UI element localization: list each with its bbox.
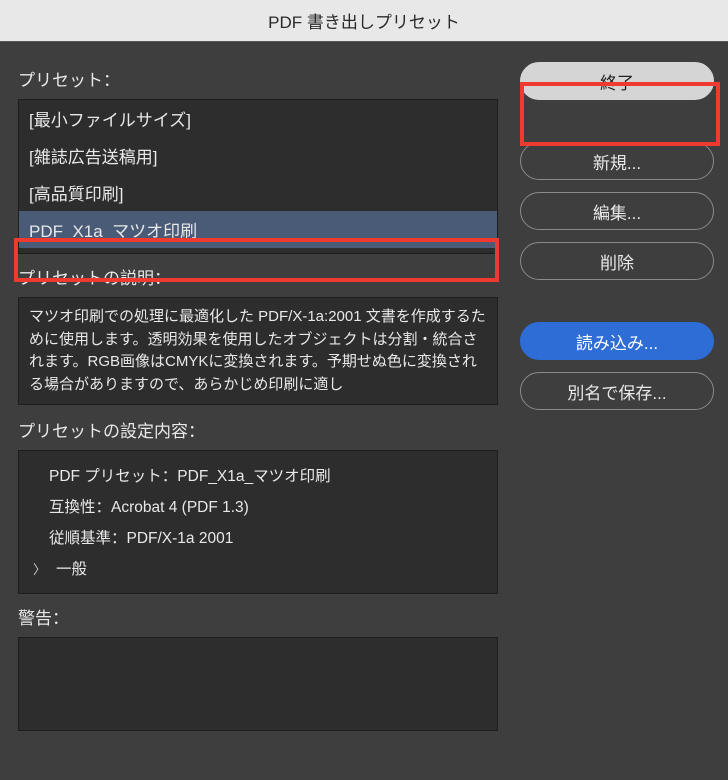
edit-button-label: 編集... xyxy=(593,199,641,224)
description-label: プリセットの説明： xyxy=(18,260,498,297)
presets-label: プリセット： xyxy=(18,62,498,99)
preset-item-label: [雑誌広告送稿用] xyxy=(29,148,157,167)
settings-label: プリセットの設定内容： xyxy=(18,405,498,450)
preset-item-label: [高品質印刷] xyxy=(29,185,123,204)
window-title: PDF 書き出しプリセット xyxy=(268,8,460,33)
chevron-right-icon: 〉 xyxy=(33,557,46,583)
preset-listbox[interactable]: [最小ファイルサイズ] [雑誌広告送稿用] [高品質印刷] PDF_X1a_マツ… xyxy=(18,99,498,254)
preset-item-label: [最小ファイルサイズ] xyxy=(29,111,191,130)
settings-preset-line: PDF プリセット：PDF_X1a_マツオ印刷 xyxy=(33,461,483,492)
preset-item-selected[interactable]: PDF_X1a_マツオ印刷 xyxy=(19,211,497,248)
spacer xyxy=(520,292,714,310)
settings-general-label: 一般 xyxy=(56,554,87,585)
dialog-body: プリセット： [最小ファイルサイズ] [雑誌広告送稿用] [高品質印刷] PDF… xyxy=(0,42,728,780)
preset-description-box: マツオ印刷での処理に最適化した PDF/X-1a:2001 文書を作成するために… xyxy=(18,297,498,405)
edit-button[interactable]: 編集... xyxy=(520,192,714,230)
settings-general-expander[interactable]: 〉 一般 xyxy=(33,554,483,585)
window-titlebar: PDF 書き出しプリセット xyxy=(0,0,728,42)
save-as-button[interactable]: 別名で保存... xyxy=(520,372,714,410)
load-button-label: 読み込み... xyxy=(576,329,658,354)
delete-button-label: 削除 xyxy=(600,249,634,274)
preset-settings-box: PDF プリセット：PDF_X1a_マツオ印刷 互換性：Acrobat 4 (P… xyxy=(18,450,498,594)
settings-compat-line: 互換性：Acrobat 4 (PDF 1.3) xyxy=(33,492,483,523)
save-as-button-label: 別名で保存... xyxy=(567,379,666,404)
warning-box xyxy=(18,637,498,731)
new-button[interactable]: 新規... xyxy=(520,142,714,180)
delete-button[interactable]: 削除 xyxy=(520,242,714,280)
preset-item[interactable]: [高品質印刷] xyxy=(19,174,497,211)
warning-label: 警告： xyxy=(18,594,498,637)
exit-button[interactable]: 終了 xyxy=(520,62,714,100)
preset-description-text: マツオ印刷での処理に最適化した PDF/X-1a:2001 文書を作成するために… xyxy=(29,308,486,393)
load-button[interactable]: 読み込み... xyxy=(520,322,714,360)
preset-item[interactable]: [最小ファイルサイズ] xyxy=(19,100,497,137)
new-button-label: 新規... xyxy=(593,149,641,174)
exit-button-label: 終了 xyxy=(600,69,634,94)
preset-item-label: PDF_X1a_マツオ印刷 xyxy=(29,222,197,241)
left-column: プリセット： [最小ファイルサイズ] [雑誌広告送稿用] [高品質印刷] PDF… xyxy=(18,62,498,760)
preset-item[interactable]: [雑誌広告送稿用] xyxy=(19,137,497,174)
right-column: 終了 新規... 編集... 削除 読み込み... 別名で保存... xyxy=(520,62,714,760)
spacer xyxy=(520,112,714,130)
settings-standard-line: 従順基準：PDF/X-1a 2001 xyxy=(33,523,483,554)
